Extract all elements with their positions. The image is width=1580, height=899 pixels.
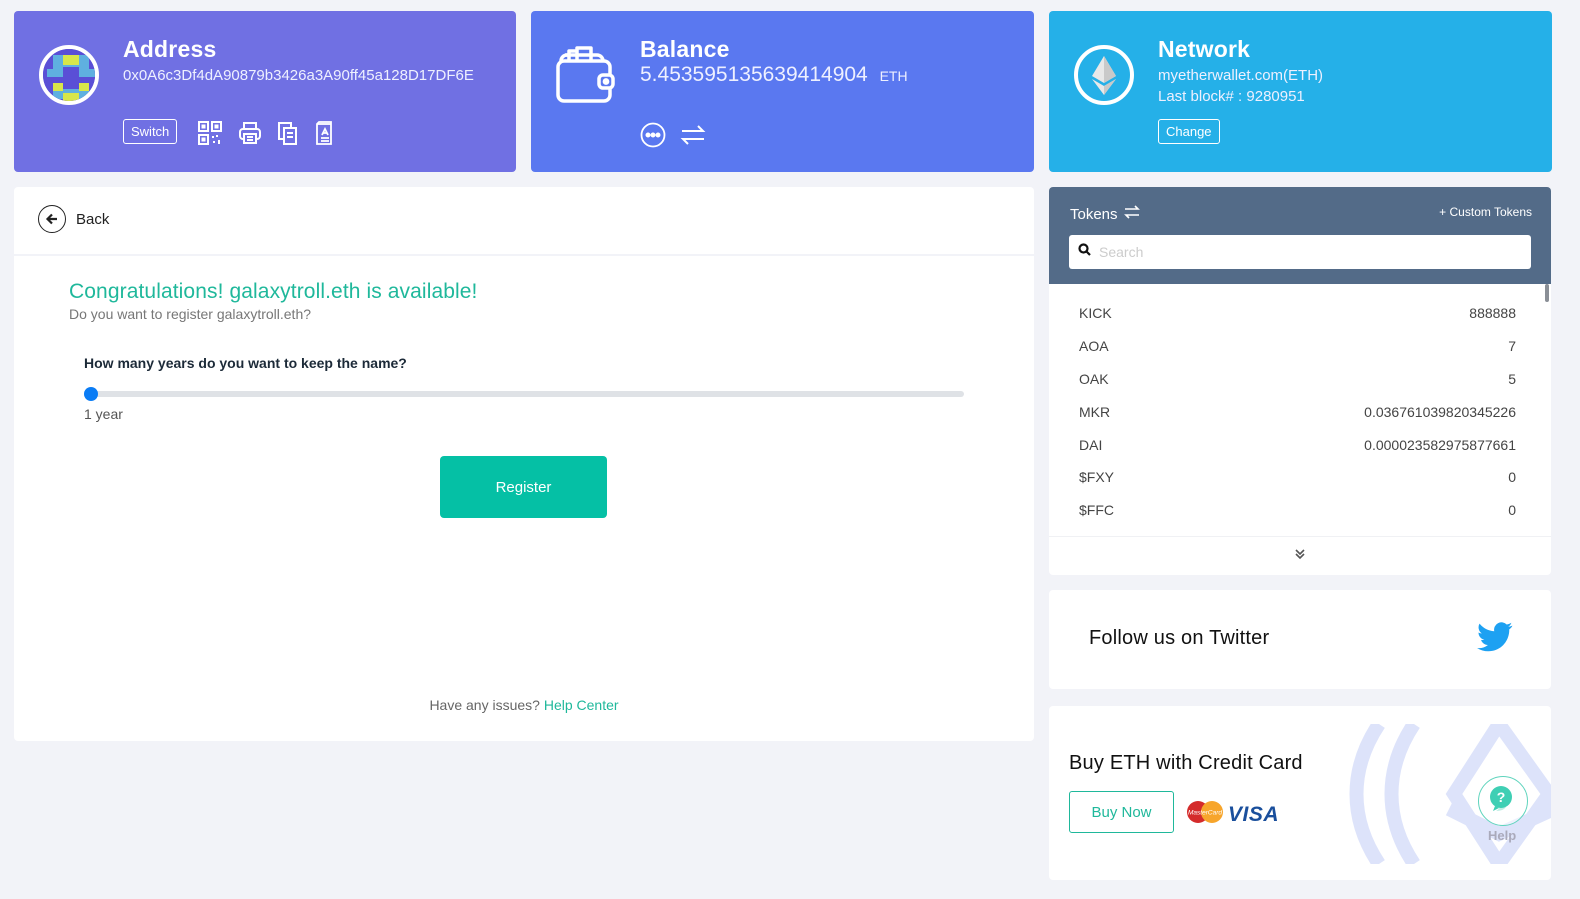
last-block: Last block# : 9280951 bbox=[1158, 88, 1305, 105]
token-symbol: AOA bbox=[1079, 338, 1109, 355]
visa-logo: VISA bbox=[1228, 802, 1280, 826]
expand-tokens-button[interactable] bbox=[1049, 536, 1551, 575]
years-slider-value: 1 year bbox=[84, 406, 123, 422]
help-line: Have any issues? Help Center bbox=[14, 697, 1034, 713]
payment-logos: MasterCard VISA bbox=[1186, 800, 1279, 829]
back-bar: Back bbox=[14, 187, 1034, 254]
token-balance: 5 bbox=[1508, 370, 1516, 387]
balance-amount-row: 5.453595135639414904 ETH bbox=[640, 63, 908, 87]
buy-eth-title: Buy ETH with Credit Card bbox=[1069, 752, 1303, 774]
more-options-icon[interactable] bbox=[639, 121, 667, 149]
token-symbol: MKR bbox=[1079, 403, 1111, 420]
years-question: How many years do you want to keep the n… bbox=[84, 355, 407, 371]
svg-text:?: ? bbox=[1497, 789, 1506, 805]
token-balance: 0.000023582975877661 bbox=[1364, 436, 1516, 453]
refresh-tokens-icon[interactable] bbox=[1123, 204, 1141, 224]
tokens-card: Tokens + Custom Tokens KICK 888888 AOA 7 OAK… bbox=[1049, 187, 1551, 575]
years-slider-track[interactable] bbox=[91, 391, 964, 397]
back-button[interactable]: Back bbox=[38, 205, 109, 233]
tokens-title-row: Tokens bbox=[1070, 204, 1141, 224]
help-chat-icon: ? bbox=[1488, 785, 1518, 818]
token-symbol: $FFC bbox=[1079, 502, 1114, 519]
token-search-input[interactable] bbox=[1099, 244, 1519, 260]
swap-icon[interactable] bbox=[679, 121, 707, 149]
address-card: Address 0x0A6c3Df4dA90879b3426a3A90ff45a… bbox=[14, 11, 516, 172]
ethereum-logo-icon bbox=[1073, 44, 1135, 106]
switch-address-button[interactable]: Switch bbox=[123, 119, 178, 144]
print-icon[interactable] bbox=[236, 119, 264, 147]
register-button[interactable]: Register bbox=[440, 456, 607, 518]
network-card: Network myetherwallet.com(ETH) Last bloc… bbox=[1049, 11, 1552, 172]
token-row[interactable]: $FXY 0 bbox=[1049, 461, 1551, 494]
network-title: Network bbox=[1158, 36, 1251, 62]
help-center-link[interactable]: Help Center bbox=[544, 697, 619, 713]
keystore-file-icon[interactable] bbox=[311, 119, 339, 147]
token-balance: 7 bbox=[1508, 338, 1516, 355]
token-row[interactable]: AOA 7 bbox=[1049, 330, 1551, 363]
balance-card: Balance 5.453595135639414904 ETH bbox=[531, 11, 1034, 172]
token-symbol: OAK bbox=[1079, 370, 1109, 387]
twitter-bird-icon[interactable] bbox=[1477, 622, 1513, 657]
network-name: myetherwallet.com(ETH) bbox=[1158, 67, 1324, 84]
balance-title: Balance bbox=[640, 36, 730, 62]
token-row[interactable]: OAK 5 bbox=[1049, 363, 1551, 396]
help-chat-button[interactable]: ? bbox=[1478, 776, 1528, 826]
back-label: Back bbox=[76, 210, 110, 228]
search-icon bbox=[1078, 243, 1091, 261]
change-network-button[interactable]: Change bbox=[1158, 119, 1220, 144]
tokens-header: Tokens + Custom Tokens bbox=[1049, 187, 1551, 284]
token-balance: 888888 bbox=[1469, 305, 1516, 322]
custom-tokens-link[interactable]: + Custom Tokens bbox=[1439, 205, 1532, 219]
copy-icon[interactable] bbox=[274, 119, 302, 147]
buy-now-button[interactable]: Buy Now bbox=[1069, 791, 1174, 833]
token-balance: 0.036761039820345226 bbox=[1364, 403, 1516, 420]
address-title: Address bbox=[123, 36, 217, 62]
token-balance: 0 bbox=[1508, 502, 1516, 519]
twitter-card: Follow us on Twitter bbox=[1049, 590, 1551, 689]
token-symbol: DAI bbox=[1079, 436, 1103, 453]
token-list: KICK 888888 AOA 7 OAK 5 MKR 0.03676103982034522… bbox=[1049, 297, 1551, 527]
ens-register-panel: Congratulations! galaxytroll.eth is avai… bbox=[14, 256, 1034, 741]
token-row[interactable]: DAI 0.000023582975877661 bbox=[1049, 428, 1551, 461]
wallet-icon bbox=[553, 43, 617, 107]
balance-unit: ETH bbox=[879, 68, 908, 84]
years-slider-thumb[interactable] bbox=[84, 387, 98, 401]
arrow-left-icon bbox=[38, 205, 66, 233]
help-widget-label: Help bbox=[1488, 828, 1517, 843]
twitter-label: Follow us on Twitter bbox=[1089, 627, 1270, 649]
chevron-double-down-icon bbox=[1293, 547, 1307, 566]
help-text: Have any issues? bbox=[429, 697, 540, 713]
register-question: Do you want to register galaxytroll.eth? bbox=[69, 306, 312, 322]
wallet-address: 0x0A6c3Df4dA90879b3426a3A90ff45a128D17DF… bbox=[123, 67, 474, 84]
tokens-title: Tokens bbox=[1070, 205, 1118, 223]
token-row[interactable]: $FFC 0 bbox=[1049, 494, 1551, 527]
balance-amount: 5.453595135639414904 bbox=[640, 63, 868, 86]
qr-code-icon[interactable] bbox=[196, 119, 224, 147]
svg-text:MasterCard: MasterCard bbox=[1188, 810, 1222, 817]
token-symbol: KICK bbox=[1079, 305, 1112, 322]
token-row[interactable]: MKR 0.036761039820345226 bbox=[1049, 395, 1551, 428]
buy-eth-card: Buy ETH with Credit Card Buy Now MasterC… bbox=[1049, 706, 1551, 880]
token-symbol: $FXY bbox=[1079, 469, 1115, 486]
token-row[interactable]: KICK 888888 bbox=[1049, 297, 1551, 330]
token-search-box bbox=[1069, 235, 1531, 269]
address-identicon-avatar bbox=[39, 45, 99, 105]
availability-heading: Congratulations! galaxytroll.eth is avai… bbox=[69, 280, 478, 303]
mastercard-logo-icon: MasterCard bbox=[1186, 800, 1224, 829]
token-balance: 0 bbox=[1508, 469, 1516, 486]
